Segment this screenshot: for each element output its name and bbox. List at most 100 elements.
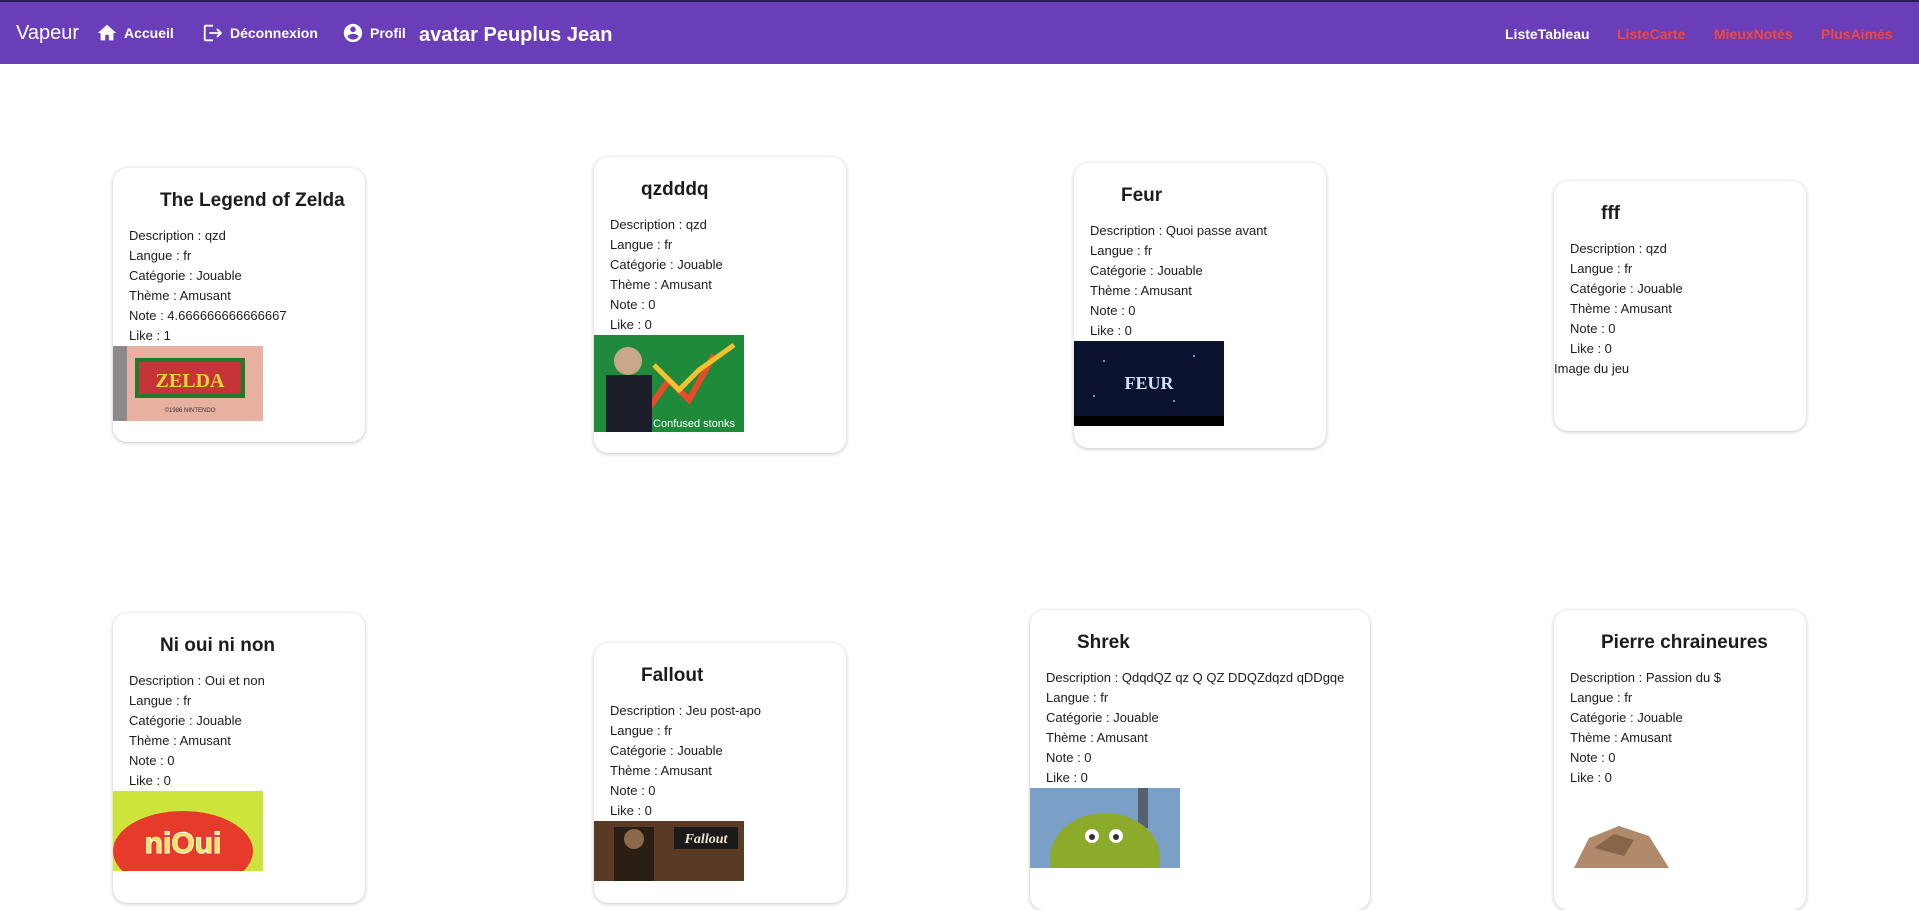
card-likes: Like : 0: [129, 773, 171, 788]
card-info: Description : qzd Langue : fr Catégorie …: [1570, 239, 1806, 359]
game-card[interactable]: Fallout Description : Jeu post-apo Langu…: [594, 643, 846, 903]
card-likes: Like : 0: [610, 803, 652, 818]
logout-icon: [203, 24, 223, 42]
card-likes: Like : 0: [1570, 770, 1612, 785]
game-card[interactable]: Ni oui ni non Description : Oui et non L…: [113, 613, 365, 903]
logout-button-label: Déconnexion: [230, 25, 318, 41]
card-info: Description : Quoi passe avant Langue : …: [1090, 221, 1326, 341]
card-description: Description : QdqdQZ qz Q QZ DDQZdqzd qD…: [1046, 670, 1345, 685]
home-button-label: Accueil: [124, 25, 174, 41]
card-theme: Thème : Amusant: [1046, 730, 1148, 745]
card-rating: Note : 0: [1570, 750, 1616, 765]
card-theme: Thème : Amusant: [129, 288, 231, 303]
link-liste-tableau[interactable]: ListeTableau: [1505, 25, 1590, 43]
card-category: Catégorie : Jouable: [610, 257, 723, 272]
game-card[interactable]: The Legend of Zelda Description : qzd La…: [113, 168, 365, 442]
card-info: Description : qzd Langue : fr Catégorie …: [610, 215, 846, 335]
card-language: Langue : fr: [1570, 261, 1633, 276]
profile-button-label: Profil: [370, 25, 406, 41]
card-likes: Like : 1: [129, 328, 171, 343]
card-rating: Note : 0: [610, 783, 656, 798]
card-language: Langue : fr: [1046, 690, 1109, 705]
card-theme: Thème : Amusant: [1570, 301, 1672, 316]
card-title: fff: [1601, 203, 1620, 224]
card-likes: Like : 0: [1570, 341, 1612, 356]
card-category: Catégorie : Jouable: [1570, 281, 1683, 296]
card-info: Description : Passion du $ Langue : fr C…: [1570, 668, 1806, 788]
card-rating: Note : 0: [1090, 303, 1136, 318]
card-likes: Like : 0: [1046, 770, 1088, 785]
link-mieux-notes[interactable]: MieuxNotés: [1714, 25, 1793, 43]
game-card[interactable]: Pierre chraineures Description : Passion…: [1554, 610, 1806, 910]
card-title: Ni oui ni non: [160, 635, 276, 656]
fallout-logo-text: Fallout: [684, 832, 729, 847]
card-info: Description : qzd Langue : fr Catégorie …: [129, 226, 365, 346]
card-category: Catégorie : Jouable: [1570, 710, 1683, 725]
card-rating: Note : 0: [1046, 750, 1092, 765]
card-category: Catégorie : Jouable: [1046, 710, 1159, 725]
game-image: [1554, 788, 1704, 868]
game-image: FEUR: [1074, 341, 1224, 426]
card-language: Langue : fr: [129, 693, 192, 708]
card-language: Langue : fr: [129, 248, 192, 263]
game-card[interactable]: fff Description : qzd Langue : fr Catégo…: [1554, 181, 1806, 431]
card-description: Description : qzd: [1570, 241, 1667, 256]
card-title: Pierre chraineures: [1601, 632, 1768, 653]
link-plus-aimes[interactable]: PlusAimés: [1821, 25, 1893, 43]
broken-image-alt-text: Image du jeu: [1554, 361, 1630, 376]
card-description: Description : qzd: [129, 228, 226, 243]
zelda-logo-text: ZELDA: [156, 370, 225, 392]
card-likes: Like : 0: [1090, 323, 1132, 338]
card-theme: Thème : Amusant: [610, 277, 712, 292]
card-likes: Like : 0: [610, 317, 652, 332]
nioui-logo-text: niOui: [145, 827, 222, 860]
card-category: Catégorie : Jouable: [1090, 263, 1203, 278]
app-bar: Vapeur Accueil Déconnexion Profil avatar…: [0, 0, 1919, 64]
card-title: Shrek: [1077, 632, 1130, 653]
card-category: Catégorie : Jouable: [610, 743, 723, 758]
game-image: [1030, 788, 1180, 868]
game-image: niOui: [113, 791, 263, 871]
user-name: avatar Peuplus Jean: [419, 24, 613, 46]
logout-button[interactable]: Déconnexion: [202, 22, 318, 44]
brand-title[interactable]: Vapeur: [16, 21, 79, 45]
card-rating: Note : 4.666666666666667: [129, 308, 287, 323]
card-language: Langue : fr: [1570, 690, 1633, 705]
meme-caption-text: Confused stonks: [653, 418, 735, 430]
link-liste-carte[interactable]: ListeCarte: [1617, 25, 1685, 43]
card-title: Feur: [1121, 185, 1163, 206]
card-title: Fallout: [641, 665, 704, 686]
game-image: Confused stonks: [594, 335, 744, 432]
feur-logo-text: FEUR: [1125, 373, 1175, 393]
svg-text:©1986 NINTENDO: ©1986 NINTENDO: [165, 407, 216, 414]
card-rating: Note : 0: [610, 297, 656, 312]
profile-button[interactable]: Profil: [342, 22, 406, 44]
game-card[interactable]: qzdddq Description : qzd Langue : fr Cat…: [594, 157, 846, 453]
home-icon: [97, 24, 117, 41]
card-description: Description : Passion du $: [1570, 670, 1722, 685]
home-button[interactable]: Accueil: [96, 22, 174, 44]
card-theme: Thème : Amusant: [610, 763, 712, 778]
card-description: Description : Oui et non: [129, 673, 265, 688]
card-title: qzdddq: [641, 179, 709, 200]
card-title: The Legend of Zelda: [160, 190, 345, 211]
card-theme: Thème : Amusant: [1090, 283, 1192, 298]
card-category: Catégorie : Jouable: [129, 268, 242, 283]
card-language: Langue : fr: [610, 723, 673, 738]
card-info: Description : QdqdQZ qz Q QZ DDQZdqzd qD…: [1046, 668, 1370, 788]
card-info: Description : Jeu post-apo Langue : fr C…: [610, 701, 846, 821]
card-theme: Thème : Amusant: [129, 733, 231, 748]
account-circle-icon: [343, 23, 363, 43]
card-description: Description : Jeu post-apo: [610, 703, 762, 718]
card-info: Description : Oui et non Langue : fr Cat…: [129, 671, 365, 791]
game-card[interactable]: Feur Description : Quoi passe avant Lang…: [1074, 163, 1326, 448]
card-description: Description : qzd: [610, 217, 707, 232]
game-image: Fallout: [594, 821, 744, 881]
card-rating: Note : 0: [129, 753, 175, 768]
card-rating: Note : 0: [1570, 321, 1616, 336]
card-language: Langue : fr: [610, 237, 673, 252]
card-description: Description : Quoi passe avant: [1090, 223, 1268, 238]
card-language: Langue : fr: [1090, 243, 1153, 258]
card-category: Catégorie : Jouable: [129, 713, 242, 728]
game-card[interactable]: Shrek Description : QdqdQZ qz Q QZ DDQZd…: [1030, 610, 1370, 910]
